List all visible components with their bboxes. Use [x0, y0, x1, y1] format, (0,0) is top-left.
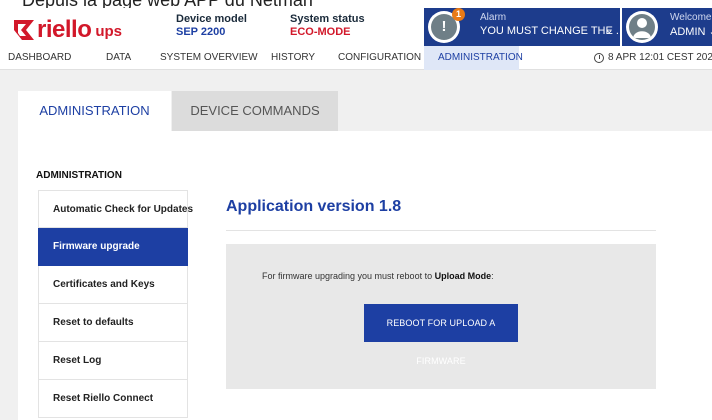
admin-menu: Automatic Check for Updates Firmware upg…: [38, 190, 193, 418]
user-chevron-down-icon: ⌄: [709, 26, 712, 38]
top-header: riello ups Device model SEP 2200 System …: [0, 8, 712, 46]
menu-automatic-check-updates[interactable]: Automatic Check for Updates: [38, 190, 193, 228]
device-model-info: Device model SEP 2200: [176, 13, 247, 38]
firmware-upgrade-box: For firmware upgrading you must reboot t…: [226, 244, 656, 389]
fw-text-bold: Upload Mode: [434, 271, 492, 281]
riello-logo[interactable]: riello ups: [14, 14, 122, 42]
system-status-info: System status ECO-MODE: [290, 13, 365, 38]
device-model-label: Device model: [176, 13, 247, 25]
clock-text: 8 APR 12:01 CEST 2025: [608, 52, 712, 63]
nav-clock: 8 APR 12:01 CEST 2025: [594, 46, 712, 70]
main-content: ADMINISTRATION DEVICE COMMANDS ADMINISTR…: [0, 70, 712, 420]
user-icon: [629, 14, 655, 40]
avatar: [626, 11, 658, 43]
reboot-upload-firmware-button[interactable]: REBOOT FOR UPLOAD A FIRMWARE: [364, 304, 518, 366]
menu-reset-defaults[interactable]: Reset to defaults: [38, 304, 188, 342]
nav-dashboard[interactable]: DASHBOARD: [8, 46, 71, 70]
menu-certificates-keys[interactable]: Certificates and Keys: [38, 266, 188, 304]
welcome-user: ADMIN ⌄: [670, 25, 712, 38]
tab-administration[interactable]: ADMINISTRATION: [18, 91, 171, 131]
alarm-dropdown[interactable]: ! 1 Alarm YOU MUST CHANGE THE ... ⌄: [424, 8, 625, 46]
riello-logo-mark-icon: [14, 18, 34, 42]
main-nav: DASHBOARD DATA SYSTEM OVERVIEW HISTORY C…: [0, 46, 712, 70]
system-status-label: System status: [290, 13, 365, 25]
firmware-instructions: For firmware upgrading you must reboot t…: [262, 271, 494, 281]
admin-panel: ADMINISTRATION Automatic Check for Updat…: [18, 131, 712, 420]
divider: [226, 230, 656, 231]
alarm-chevron-down-icon: ⌄: [605, 25, 614, 36]
logo-suffix: ups: [95, 23, 123, 40]
fw-text-prefix: For firmware upgrading you must reboot t…: [262, 271, 435, 281]
welcome-label: Welcome: [670, 12, 712, 23]
alarm-value: YOU MUST CHANGE THE ...: [480, 25, 626, 37]
system-status-value: ECO-MODE: [290, 26, 351, 38]
logo-name: riello: [37, 16, 92, 43]
alarm-label: Alarm: [480, 12, 507, 23]
user-menu[interactable]: Welcome ADMIN ⌄: [622, 8, 712, 46]
menu-reset-log[interactable]: Reset Log: [38, 342, 188, 380]
welcome-username: ADMIN: [670, 26, 706, 38]
device-model-value: SEP 2200: [176, 26, 226, 38]
alarm-count-badge: 1: [452, 8, 465, 21]
application-version-title: Application version 1.8: [226, 198, 402, 215]
fw-text-suffix: :: [491, 271, 494, 281]
menu-reset-riello-connect[interactable]: Reset Riello Connect: [38, 380, 188, 418]
tab-device-commands[interactable]: DEVICE COMMANDS: [172, 91, 338, 131]
clock-icon: [594, 53, 604, 63]
section-title: ADMINISTRATION: [36, 170, 122, 181]
nav-configuration[interactable]: CONFIGURATION: [338, 46, 421, 70]
nav-data[interactable]: DATA: [106, 46, 131, 70]
nav-history[interactable]: HISTORY: [271, 46, 315, 70]
menu-firmware-upgrade[interactable]: Firmware upgrade: [38, 228, 188, 266]
nav-system-overview[interactable]: SYSTEM OVERVIEW: [160, 46, 258, 70]
nav-administration[interactable]: ADMINISTRATION: [424, 46, 523, 70]
